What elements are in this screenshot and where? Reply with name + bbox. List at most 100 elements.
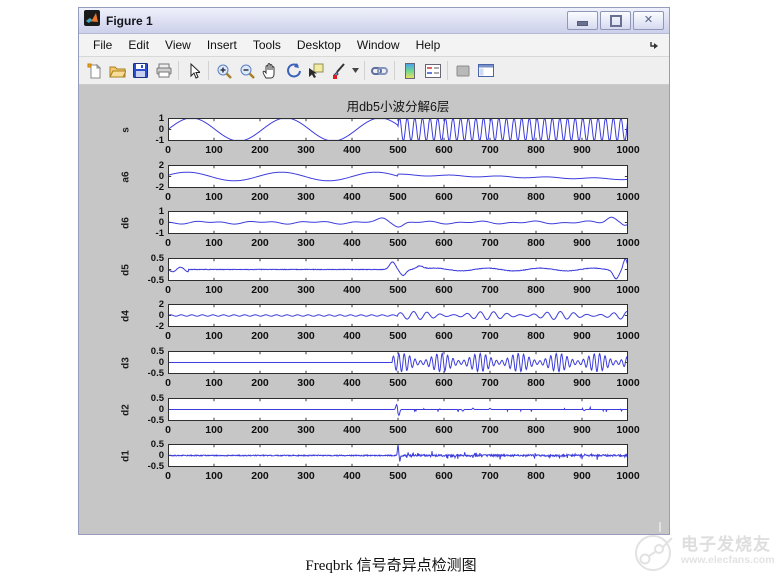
subplot-d4: d4 2 0 -2 0 100 200 300 400 500 600 700 800 900 1000 — [121, 300, 640, 351]
brush-icon[interactable] — [327, 59, 350, 82]
xtick-label: 600 — [435, 470, 453, 483]
watermark-text: 电子发烧友 www.elecfans.com — [681, 536, 775, 566]
xtick-label: 900 — [573, 470, 591, 483]
xtick-label: 900 — [573, 190, 591, 203]
menu-item-view[interactable]: View — [157, 36, 199, 54]
watermark: 电子发烧友 www.elecfans.com — [630, 522, 775, 581]
ytick-label: 0 — [158, 450, 164, 462]
menu-item-file[interactable]: File — [85, 36, 120, 54]
subplot-d2-plot[interactable] — [168, 397, 628, 421]
subplot-d3-plot[interactable] — [168, 350, 628, 374]
print-figure-icon[interactable] — [152, 59, 175, 82]
figure-canvas: 用db5小波分解6层 s 1 0 -1 0 100 200 300 400 500 600 700 80… — [79, 85, 669, 534]
ytick-label: 0 — [158, 356, 164, 368]
insert-legend-icon[interactable] — [421, 59, 444, 82]
brush-dropdown-icon[interactable] — [350, 59, 361, 82]
ytick-label: 0.5 — [150, 392, 164, 404]
data-cursor-icon[interactable] — [304, 59, 327, 82]
xtick-label: 0 — [165, 190, 171, 203]
show-plot-tools-dock-icon[interactable] — [474, 59, 497, 82]
xtick-label: 600 — [435, 376, 453, 389]
xtick-label: 400 — [343, 283, 361, 296]
xtick-label: 100 — [205, 330, 223, 343]
close-button[interactable]: ✕ — [633, 11, 664, 30]
link-plot-icon[interactable] — [368, 59, 391, 82]
xtick-label: 400 — [343, 423, 361, 436]
subplot-a6-plot[interactable] — [168, 164, 628, 188]
minimize-icon — [577, 21, 588, 26]
menu-item-desktop[interactable]: Desktop — [289, 36, 349, 54]
xtick-label: 0 — [165, 470, 171, 483]
xtick-label: 800 — [527, 190, 545, 203]
xtick-label: 800 — [527, 237, 545, 250]
xtick-label: 300 — [297, 376, 315, 389]
xtick-label: 300 — [297, 423, 315, 436]
subplot-s-plot[interactable] — [168, 118, 628, 141]
ytick-label: -0.5 — [147, 414, 164, 426]
xtick-label: 0 — [165, 376, 171, 389]
ytick-label: 0 — [158, 217, 164, 229]
subplot-d5-plot[interactable] — [168, 257, 628, 281]
xtick-label: 100 — [205, 144, 223, 156]
xtick-label: 800 — [527, 423, 545, 436]
xtick-label: 100 — [205, 423, 223, 436]
menu-item-help[interactable]: Help — [408, 36, 449, 54]
xtick-label: 800 — [527, 470, 545, 483]
edit-plot-pointer-icon[interactable] — [182, 59, 205, 82]
xtick-label: 600 — [435, 237, 453, 250]
xtick-label: 800 — [527, 283, 545, 296]
rotate-3d-icon[interactable] — [281, 59, 304, 82]
xtick-label: 800 — [527, 144, 545, 156]
ytick-label: 0 — [158, 124, 164, 135]
xtick-label: 200 — [251, 237, 269, 250]
menu-item-edit[interactable]: Edit — [120, 36, 157, 54]
xtick-label: 1000 — [616, 237, 640, 250]
xtick-label: 100 — [205, 237, 223, 250]
xtick-label: 400 — [343, 470, 361, 483]
xtick-labels: 0 100 200 300 400 500 600 700 800 900 1000 — [165, 283, 640, 297]
title-bar[interactable]: Figure 1 ✕ — [79, 8, 669, 34]
xtick-label: 400 — [343, 330, 361, 343]
new-figure-icon[interactable] — [83, 59, 106, 82]
subplot-d1-plot[interactable] — [168, 444, 628, 468]
save-figure-icon[interactable] — [129, 59, 152, 82]
xtick-label: 100 — [205, 283, 223, 296]
watermark-url: www.elecfans.com — [681, 554, 775, 567]
menu-item-tools[interactable]: Tools — [245, 36, 289, 54]
insert-colorbar-icon[interactable] — [398, 59, 421, 82]
watermark-brand: 电子发烧友 — [681, 535, 771, 555]
menu-item-insert[interactable]: Insert — [199, 36, 245, 54]
xtick-label: 1000 — [616, 283, 640, 296]
xtick-label: 100 — [205, 376, 223, 389]
open-file-icon[interactable] — [106, 59, 129, 82]
xtick-label: 300 — [297, 190, 315, 203]
hide-plot-tools-icon[interactable] — [451, 59, 474, 82]
xtick-label: 0 — [165, 237, 171, 250]
subplot-a6: a6 2 0 -2 0 100 200 300 400 500 600 700 800 900 1000 — [121, 160, 640, 212]
xtick-label: 600 — [435, 283, 453, 296]
xtick-label: 300 — [297, 144, 315, 156]
xtick-label: 900 — [573, 283, 591, 296]
xtick-label: 800 — [527, 330, 545, 343]
ytick-label: -0.5 — [147, 461, 164, 473]
xtick-label: 700 — [481, 144, 499, 156]
minimize-button[interactable] — [567, 11, 598, 30]
xtick-label: 600 — [435, 330, 453, 343]
window-title: Figure 1 — [106, 13, 153, 28]
menu-item-window[interactable]: Window — [349, 36, 408, 54]
ytick-label: -0.5 — [147, 367, 164, 379]
ytick-label: 2 — [158, 299, 164, 311]
pan-icon[interactable] — [258, 59, 281, 82]
xtick-label: 400 — [343, 190, 361, 203]
zoom-in-icon[interactable] — [212, 59, 235, 82]
menu-corner-arrow-icon[interactable] — [650, 41, 663, 50]
zoom-out-icon[interactable] — [235, 59, 258, 82]
restore-button[interactable] — [600, 11, 631, 30]
xtick-labels: 0 100 200 300 400 500 600 700 800 900 1000 — [165, 237, 640, 250]
subplot-d6-plot[interactable] — [168, 211, 628, 235]
subplot-d4-plot[interactable] — [168, 304, 628, 328]
toolbar-separator — [447, 61, 448, 80]
subplot-d1: d1 0.5 0 -0.5 0 100 200 300 400 500 600 700 800 900 10… — [121, 440, 640, 491]
xtick-label: 900 — [573, 144, 591, 156]
xtick-label: 500 — [389, 144, 407, 156]
